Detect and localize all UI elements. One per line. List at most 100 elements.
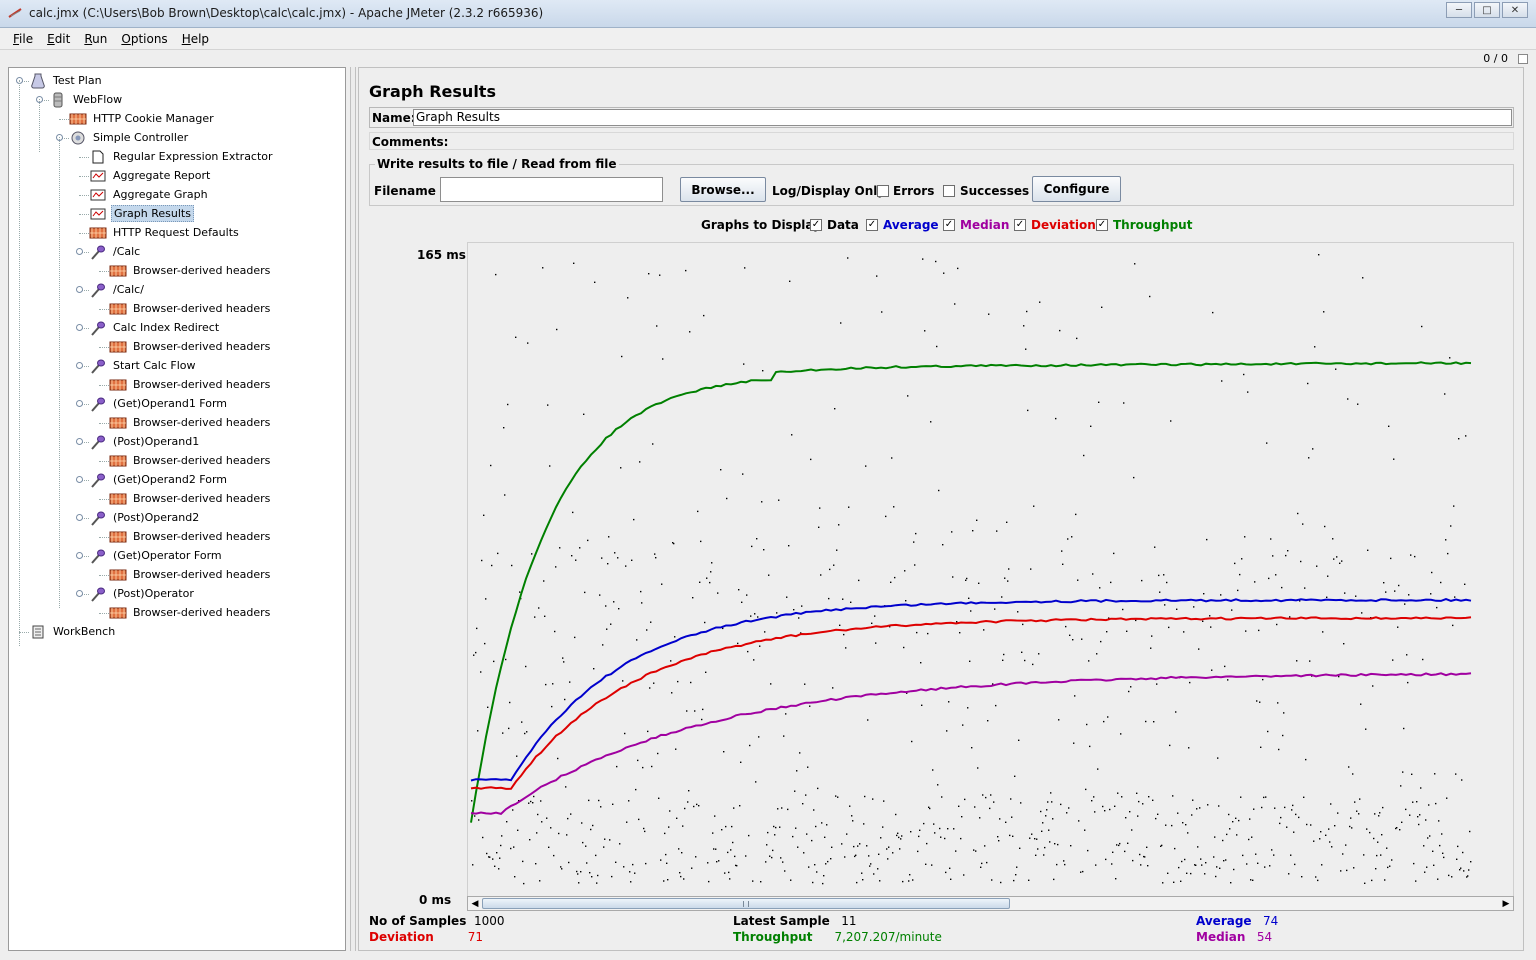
tree-item[interactable]: /Calc: [89, 242, 142, 261]
data-point: [1217, 757, 1219, 759]
average-checkbox[interactable]: ✓: [866, 219, 878, 231]
tree-item[interactable]: Browser-derived headers: [109, 565, 272, 584]
median-checkbox[interactable]: ✓: [943, 219, 955, 231]
tree-item-label: Browser-derived headers: [133, 340, 271, 353]
data-point: [874, 615, 876, 617]
data-point: [1116, 844, 1118, 846]
tree-item[interactable]: (Post)Operator: [89, 584, 196, 603]
tree-item[interactable]: Test Plan: [29, 71, 104, 90]
tree-item[interactable]: Aggregate Report: [89, 166, 212, 185]
data-point: [883, 800, 885, 802]
tree-expand-handle[interactable]: [76, 286, 83, 293]
tree-item[interactable]: (Post)Operand2: [89, 508, 201, 527]
menu-file[interactable]: File: [6, 32, 40, 46]
tree-item[interactable]: Aggregate Graph: [89, 185, 210, 204]
tree-item[interactable]: Browser-derived headers: [109, 489, 272, 508]
tree-guide-line: [39, 99, 40, 152]
menu-run[interactable]: Run: [77, 32, 114, 46]
tree-item[interactable]: Browser-derived headers: [109, 527, 272, 546]
tree-item[interactable]: Browser-derived headers: [109, 261, 272, 280]
scroll-left-arrow-icon[interactable]: ◀: [468, 897, 482, 910]
config-element-icon: [109, 377, 127, 393]
comments-row[interactable]: Comments:: [369, 132, 1514, 150]
tree-item[interactable]: WebFlow: [49, 90, 124, 109]
split-pane-divider[interactable]: [350, 67, 356, 951]
tree-item[interactable]: (Post)Operand1: [89, 432, 201, 451]
data-point: [571, 555, 573, 557]
tree-expand-handle[interactable]: [76, 552, 83, 559]
filename-field[interactable]: [440, 177, 663, 202]
deviation-checkbox[interactable]: ✓: [1014, 219, 1026, 231]
menu-options[interactable]: Options: [114, 32, 174, 46]
data-point: [1068, 807, 1070, 809]
data-point: [1261, 806, 1263, 809]
tree-expand-handle[interactable]: [76, 590, 83, 597]
scrollbar-thumb[interactable]: [482, 898, 1010, 909]
tree-item[interactable]: /Calc/: [89, 280, 146, 299]
data-point: [1003, 653, 1005, 656]
tree-item[interactable]: (Get)Operand2 Form: [89, 470, 229, 489]
data-point: [1202, 620, 1204, 622]
menu-edit[interactable]: Edit: [40, 32, 77, 46]
data-point: [577, 873, 579, 875]
data-point: [1056, 863, 1058, 866]
tree-expand-handle[interactable]: [76, 476, 83, 483]
data-point: [1221, 380, 1223, 382]
data-point: [796, 770, 798, 772]
data-point: [749, 744, 751, 747]
tree-item[interactable]: Browser-derived headers: [109, 451, 272, 470]
configure-button[interactable]: Configure: [1032, 176, 1121, 202]
data-point: [626, 821, 628, 823]
data-point: [846, 833, 848, 835]
jmeter-feather-icon: [8, 8, 22, 18]
tree-item[interactable]: Browser-derived headers: [109, 299, 272, 318]
data-point: [579, 547, 581, 549]
data-point: [593, 668, 595, 670]
tree-item[interactable]: (Get)Operand1 Form: [89, 394, 229, 413]
data-point: [814, 864, 816, 866]
tree-expand-handle[interactable]: [76, 438, 83, 445]
data-point: [1022, 623, 1024, 626]
test-plan-tree[interactable]: Test Plan WebFlow HTTP Cookie Manager Simpl…: [8, 67, 346, 951]
tree-expand-handle[interactable]: [76, 324, 83, 331]
tree-item-label: HTTP Cookie Manager: [93, 112, 214, 125]
tree-expand-handle[interactable]: [76, 362, 83, 369]
tree-item[interactable]: Simple Controller: [69, 128, 190, 147]
tree-item[interactable]: Browser-derived headers: [109, 413, 272, 432]
data-point: [1117, 792, 1119, 794]
browse-button[interactable]: Browse...: [680, 177, 766, 202]
minimize-button[interactable]: ─: [1446, 2, 1472, 18]
data-point: [1330, 803, 1332, 805]
tree-item[interactable]: Graph Results: [89, 204, 194, 223]
data-point: [624, 732, 626, 735]
data-point: [1281, 586, 1283, 589]
tree-item[interactable]: Regular Expression Extractor: [89, 147, 275, 166]
successes-checkbox[interactable]: [943, 185, 955, 197]
errors-checkbox[interactable]: [877, 185, 889, 197]
graph-horizontal-scrollbar[interactable]: ◀ ▶: [467, 896, 1514, 911]
tree-item[interactable]: HTTP Cookie Manager: [69, 109, 216, 128]
tree-item[interactable]: Browser-derived headers: [109, 337, 272, 356]
data-point: [532, 802, 534, 804]
name-field[interactable]: Graph Results: [413, 109, 1512, 126]
scroll-right-arrow-icon[interactable]: ▶: [1499, 897, 1513, 910]
menu-help[interactable]: Help: [175, 32, 216, 46]
data-checkbox[interactable]: ✓: [810, 219, 822, 231]
data-point: [558, 832, 560, 835]
tree-expand-handle[interactable]: [76, 514, 83, 521]
tree-item[interactable]: (Get)Operator Form: [89, 546, 224, 565]
tree-item[interactable]: Browser-derived headers: [109, 375, 272, 394]
tree-expand-handle[interactable]: [76, 248, 83, 255]
tree-item[interactable]: Browser-derived headers: [109, 603, 272, 622]
tree-item-label: Graph Results: [111, 205, 194, 222]
tree-item[interactable]: HTTP Request Defaults: [89, 223, 241, 242]
tree-item[interactable]: Calc Index Redirect: [89, 318, 221, 337]
maximize-button[interactable]: □: [1474, 2, 1500, 18]
data-point: [603, 846, 605, 848]
throughput-checkbox[interactable]: ✓: [1096, 219, 1108, 231]
data-point: [1004, 577, 1006, 579]
close-button[interactable]: ✕: [1502, 2, 1528, 18]
tree-item[interactable]: WorkBench: [29, 622, 117, 641]
tree-item[interactable]: Start Calc Flow: [89, 356, 198, 375]
tree-expand-handle[interactable]: [76, 400, 83, 407]
